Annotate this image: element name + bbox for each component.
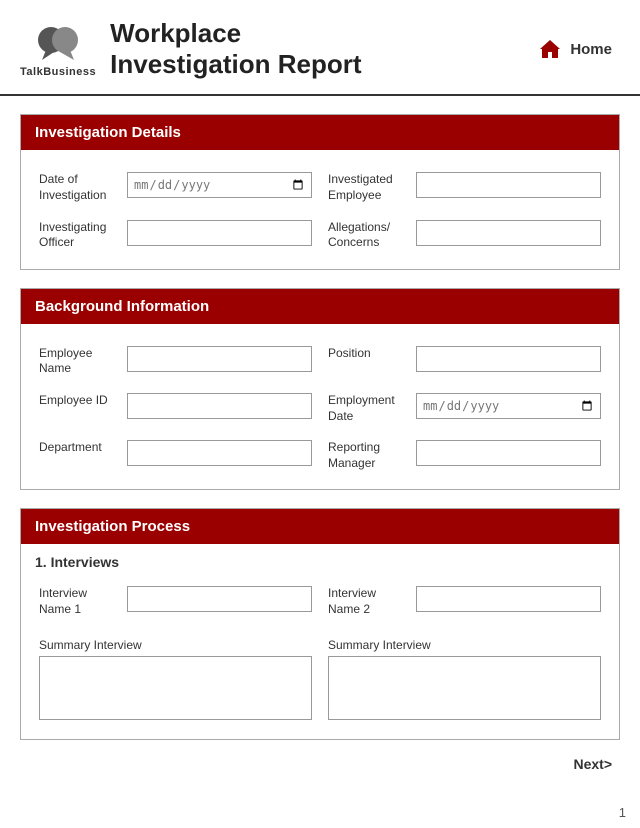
allegations-cell: Allegations/Concerns bbox=[320, 212, 609, 259]
rep-manager-cell: ReportingManager bbox=[320, 432, 609, 479]
summary-textarea-row: Summary Interview Summary Interview bbox=[21, 632, 619, 739]
inv-officer-label: InvestigatingOfficer bbox=[39, 220, 119, 251]
summary-interview-1-input[interactable] bbox=[39, 656, 312, 720]
int-name2-cell: InterviewName 2 bbox=[320, 578, 609, 625]
inv-officer-input[interactable] bbox=[127, 220, 312, 246]
rep-manager-input[interactable] bbox=[416, 440, 601, 466]
inv-officer-cell: InvestigatingOfficer bbox=[31, 212, 320, 259]
emp-date-cell: EmploymentDate bbox=[320, 385, 609, 432]
inv-emp-label: InvestigatedEmployee bbox=[328, 172, 408, 203]
investigation-process-section: Investigation Process 1. Interviews Inte… bbox=[20, 508, 620, 739]
int-name2-label: InterviewName 2 bbox=[328, 586, 408, 617]
department-label: Department bbox=[39, 440, 119, 456]
emp-date-label: EmploymentDate bbox=[328, 393, 408, 424]
interviews-title: 1. Interviews bbox=[21, 544, 619, 574]
logo-area: TalkBusiness bbox=[20, 20, 96, 78]
emp-id-input[interactable] bbox=[127, 393, 312, 419]
page-number: 1 bbox=[619, 805, 626, 820]
summary-interview-2-label: Summary Interview bbox=[328, 638, 601, 652]
int-name1-input[interactable] bbox=[127, 586, 312, 612]
position-input[interactable] bbox=[416, 346, 601, 372]
summary-interview-2-input[interactable] bbox=[328, 656, 601, 720]
inv-emp-input[interactable] bbox=[416, 172, 601, 198]
summary-interview-1-cell: Summary Interview bbox=[31, 634, 320, 729]
investigation-details-section: Investigation Details Date ofInvestigati… bbox=[20, 114, 620, 269]
rep-manager-label: ReportingManager bbox=[328, 440, 408, 471]
logo-text: TalkBusiness bbox=[20, 66, 96, 78]
doi-input[interactable] bbox=[127, 172, 312, 198]
inv-emp-cell: InvestigatedEmployee bbox=[320, 164, 609, 211]
department-input[interactable] bbox=[127, 440, 312, 466]
allegations-input[interactable] bbox=[416, 220, 601, 246]
int-name1-cell: InterviewName 1 bbox=[31, 578, 320, 625]
int-name2-input[interactable] bbox=[416, 586, 601, 612]
allegations-label: Allegations/Concerns bbox=[328, 220, 408, 251]
next-area: Next> bbox=[0, 750, 640, 780]
emp-id-label: Employee ID bbox=[39, 393, 119, 409]
home-label: Home bbox=[570, 41, 612, 58]
page-header: TalkBusiness Workplace Investigation Rep… bbox=[0, 0, 640, 96]
summary-interview-1-label: Summary Interview bbox=[39, 638, 312, 652]
emp-name-input[interactable] bbox=[127, 346, 312, 372]
background-information-section: Background Information EmployeeName Posi… bbox=[20, 288, 620, 491]
emp-name-label: EmployeeName bbox=[39, 346, 119, 377]
doi-label: Date ofInvestigation bbox=[39, 172, 119, 203]
next-button[interactable]: Next> bbox=[573, 756, 612, 772]
emp-date-input[interactable] bbox=[416, 393, 601, 419]
position-cell: Position bbox=[320, 338, 609, 385]
header-title: Workplace Investigation Report bbox=[110, 18, 361, 80]
home-icon bbox=[538, 38, 562, 60]
background-information-form: EmployeeName Position Employee ID Employ… bbox=[21, 324, 619, 490]
emp-id-cell: Employee ID bbox=[31, 385, 320, 432]
emp-name-cell: EmployeeName bbox=[31, 338, 320, 385]
summary-interview-2-cell: Summary Interview bbox=[320, 634, 609, 729]
talk-business-logo-icon bbox=[32, 20, 84, 64]
background-information-header: Background Information bbox=[21, 289, 619, 324]
header-left: TalkBusiness Workplace Investigation Rep… bbox=[20, 18, 361, 80]
investigation-details-header: Investigation Details bbox=[21, 115, 619, 150]
department-cell: Department bbox=[31, 432, 320, 479]
interview-name-grid: InterviewName 1 InterviewName 2 bbox=[21, 574, 619, 631]
home-nav[interactable]: Home bbox=[538, 38, 612, 60]
int-name1-label: InterviewName 1 bbox=[39, 586, 119, 617]
doi-cell: Date ofInvestigation bbox=[31, 164, 320, 211]
investigation-process-header: Investigation Process bbox=[21, 509, 619, 544]
position-label: Position bbox=[328, 346, 408, 362]
investigation-details-form: Date ofInvestigation InvestigatedEmploye… bbox=[21, 150, 619, 268]
